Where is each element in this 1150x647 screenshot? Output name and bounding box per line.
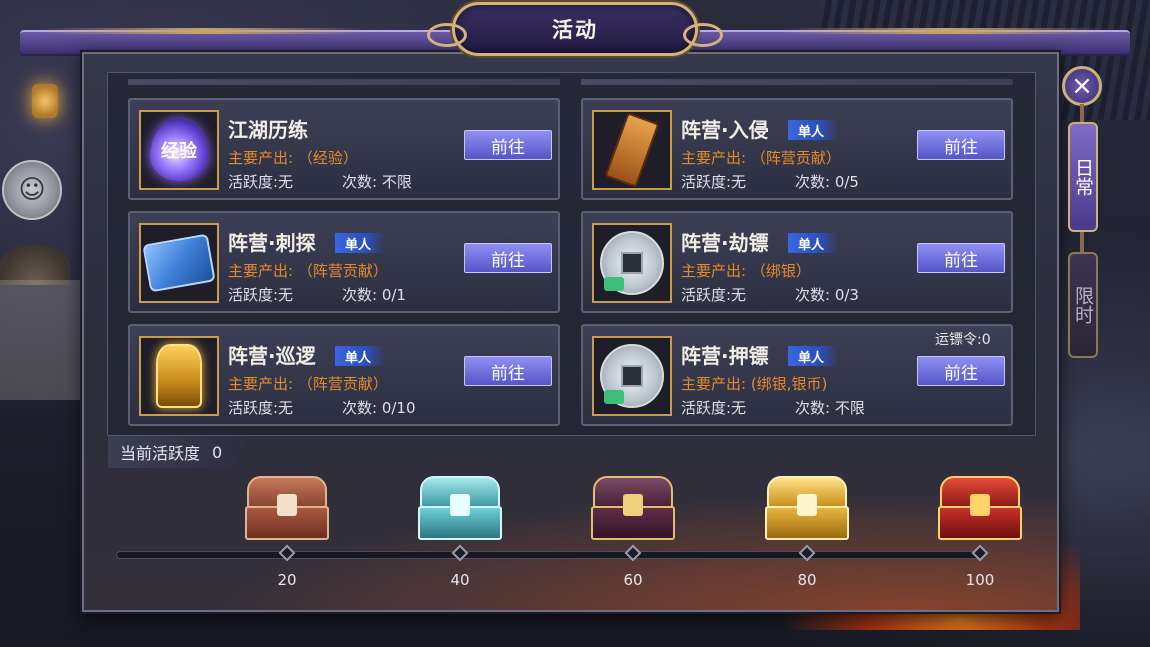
lantern-icon bbox=[32, 84, 58, 118]
activity-card: 阵营·劫镖 单人 主要产出: （绑银） 活跃度:无 次数: 0/3 前往 bbox=[581, 211, 1013, 313]
milestone-label: 40 bbox=[450, 571, 470, 589]
ghost-npc-icon[interactable]: ☺ bbox=[2, 160, 62, 220]
activity-points: 活跃度:无 bbox=[681, 399, 747, 417]
milestone-label: 20 bbox=[277, 571, 297, 589]
go-button[interactable]: 前往 bbox=[917, 356, 1005, 386]
go-button[interactable]: 前往 bbox=[464, 356, 552, 386]
silver-coin-icon bbox=[600, 344, 664, 408]
title-plate: 活动 bbox=[427, 2, 723, 56]
crystal-chest-icon[interactable] bbox=[414, 470, 506, 544]
solo-badge: 单人 bbox=[788, 233, 839, 253]
activity-count: 次数: 不限 bbox=[795, 399, 865, 417]
activity-points: 活跃度:无 bbox=[228, 286, 294, 304]
current-activity-value: 0 bbox=[212, 442, 223, 462]
close-icon: × bbox=[1071, 71, 1093, 101]
tab-chain bbox=[1080, 104, 1084, 124]
activity-points: 活跃度:无 bbox=[228, 173, 294, 191]
activity-card: 阵营·入侵 单人 主要产出: （阵营贡献） 活跃度:无 次数: 0/5 前往 bbox=[581, 98, 1013, 200]
activity-name: 江湖历练 bbox=[228, 118, 308, 142]
background-wall bbox=[0, 280, 80, 400]
go-button[interactable]: 前往 bbox=[464, 243, 552, 273]
tab-limited-label: 限时 bbox=[1072, 286, 1094, 324]
umbrella-icon bbox=[0, 245, 70, 285]
activity-output: 主要产出: （阵营贡献） bbox=[681, 149, 841, 167]
activity-output: 主要产出: （经验） bbox=[228, 149, 358, 167]
activity-card: 阵营·押镖 单人 主要产出: (绑银,银币) 活跃度:无 次数: 不限 运镖令:… bbox=[581, 324, 1013, 426]
scroll-strip bbox=[128, 79, 560, 85]
escort-token-count: 运镖令:0 bbox=[935, 332, 991, 348]
milestone-label: 100 bbox=[965, 571, 995, 589]
activity-points: 活跃度:无 bbox=[228, 399, 294, 417]
faction-token-icon bbox=[604, 112, 660, 188]
activity-count: 次数: 不限 bbox=[342, 173, 412, 191]
activity-output: 主要产出: (绑银,银币) bbox=[681, 375, 828, 393]
exp-orb-icon: 经验 bbox=[150, 119, 208, 181]
title-rail-ornament bbox=[40, 28, 370, 34]
activity-card: 阵营·巡逻 单人 主要产出: （阵营贡献） 活跃度:无 次数: 0/10 前往 bbox=[128, 324, 560, 426]
activity-name: 阵营·入侵 bbox=[681, 118, 769, 142]
activity-output: 主要产出: （阵营贡献） bbox=[228, 375, 388, 393]
exp-orb-label: 经验 bbox=[161, 141, 197, 162]
activity-icon-frame bbox=[139, 336, 219, 416]
golden-gong-icon bbox=[156, 344, 202, 408]
title-rail-ornament bbox=[780, 28, 1110, 34]
activity-card: 阵营·刺探 单人 主要产出: （阵营贡献） 活跃度:无 次数: 0/1 前往 bbox=[128, 211, 560, 313]
go-button[interactable]: 前往 bbox=[917, 243, 1005, 273]
activity-icon-frame bbox=[592, 223, 672, 303]
activity-count: 次数: 0/3 bbox=[795, 286, 859, 304]
activity-name: 阵营·劫镖 bbox=[681, 231, 769, 255]
activity-count: 次数: 0/10 bbox=[342, 399, 416, 417]
red-gold-chest-icon[interactable] bbox=[934, 470, 1026, 544]
activity-name: 阵营·巡逻 bbox=[228, 344, 316, 368]
activity-icon-frame bbox=[592, 336, 672, 416]
milestone-label: 60 bbox=[623, 571, 643, 589]
go-button[interactable]: 前往 bbox=[917, 130, 1005, 160]
gold-chest-icon[interactable] bbox=[761, 470, 853, 544]
tab-limited[interactable]: 限时 bbox=[1068, 252, 1098, 358]
activity-progress-bar bbox=[116, 551, 986, 559]
activity-icon-frame: 经验 bbox=[139, 110, 219, 190]
solo-badge: 单人 bbox=[335, 233, 386, 253]
activity-output: 主要产出: （绑银） bbox=[681, 262, 811, 280]
solo-badge: 单人 bbox=[788, 346, 839, 366]
activity-icon-frame bbox=[139, 223, 219, 303]
window-title: 活动 bbox=[552, 18, 598, 42]
scroll-strip bbox=[581, 79, 1013, 85]
tab-chain bbox=[1080, 232, 1084, 252]
activity-output: 主要产出: （阵营贡献） bbox=[228, 262, 388, 280]
activity-points: 活跃度:无 bbox=[681, 173, 747, 191]
activity-name: 阵营·押镖 bbox=[681, 344, 769, 368]
close-button[interactable]: × bbox=[1062, 66, 1102, 106]
tab-daily[interactable]: 日常 bbox=[1068, 122, 1098, 232]
activity-name: 阵营·刺探 bbox=[228, 231, 316, 255]
go-button[interactable]: 前往 bbox=[464, 130, 552, 160]
activity-count: 次数: 0/1 bbox=[342, 286, 406, 304]
current-activity-label: 当前活跃度 0 bbox=[108, 436, 248, 468]
milestone-label: 80 bbox=[797, 571, 817, 589]
activity-icon-frame bbox=[592, 110, 672, 190]
solo-badge: 单人 bbox=[335, 346, 386, 366]
wooden-chest-icon[interactable] bbox=[241, 470, 333, 544]
current-activity-text: 当前活跃度 bbox=[120, 444, 201, 463]
activity-card: 经验 江湖历练 主要产出: （经验） 活跃度:无 次数: 不限 前往 bbox=[128, 98, 560, 200]
activity-list: 经验 江湖历练 主要产出: （经验） 活跃度:无 次数: 不限 前往 阵营·入侵… bbox=[107, 72, 1036, 436]
solo-badge: 单人 bbox=[788, 120, 839, 140]
scroll-icon bbox=[142, 233, 216, 293]
silver-coin-icon bbox=[600, 231, 664, 295]
activity-points: 活跃度:无 bbox=[681, 286, 747, 304]
purple-chest-icon[interactable] bbox=[587, 470, 679, 544]
activity-count: 次数: 0/5 bbox=[795, 173, 859, 191]
tab-daily-label: 日常 bbox=[1072, 158, 1094, 196]
